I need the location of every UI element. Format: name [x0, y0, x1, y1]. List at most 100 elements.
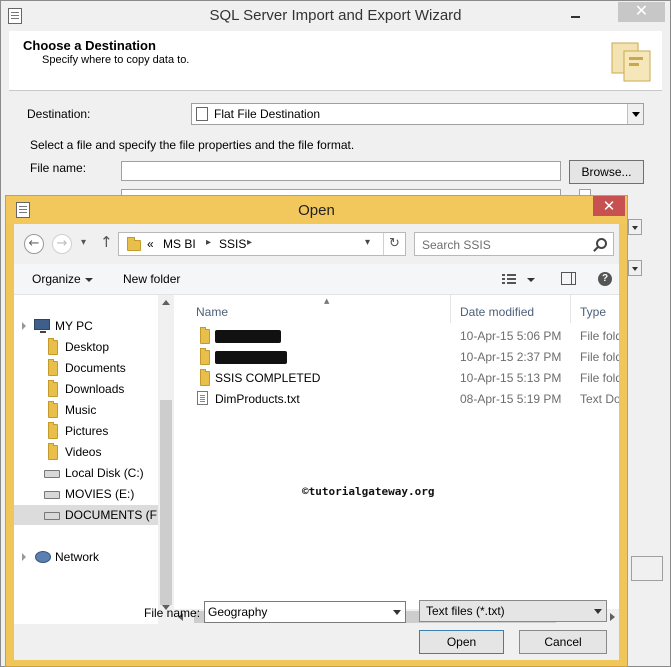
nav-item-label: Desktop [65, 340, 110, 354]
nav-item-label: DOCUMENTS (F: [65, 508, 161, 522]
new-folder-button[interactable]: New folder [123, 272, 180, 286]
destination-label: Destination: [27, 107, 91, 121]
file-row[interactable]: DimProducts.txt 08-Apr-15 5:19 PM Text D… [174, 389, 619, 410]
code-page-dropdown[interactable] [628, 219, 642, 235]
nav-item-label: Network [55, 550, 100, 564]
nav-scrollbar[interactable] [158, 295, 174, 625]
folder-icon [200, 348, 210, 365]
breadcrumb-ssis[interactable]: SSIS [219, 237, 246, 251]
file-type: Text Document [580, 392, 619, 406]
nav-item-label: Music [65, 403, 97, 417]
address-history-chevron-icon[interactable]: ▾ [365, 237, 370, 248]
nav-item-downloads[interactable]: Downloads [14, 379, 160, 399]
text-file-icon [197, 391, 208, 405]
minimize-icon[interactable] [569, 9, 583, 19]
instructions-text: Select a file and specify the file prope… [30, 138, 355, 152]
wizard-header-art-icon [611, 42, 651, 82]
file-name-combo[interactable]: Geography [204, 601, 406, 623]
toolbar: Organize New folder ? [14, 264, 619, 294]
dialog-title: Open [298, 202, 335, 219]
file-list-pane: ▲ Name Date modified Type 10-Apr-15 5:06… [174, 294, 619, 625]
folder-icon [48, 380, 58, 397]
dialog-close-button[interactable]: ✕ [593, 196, 625, 216]
column-header-type[interactable]: Type [580, 305, 606, 319]
folder-icon [200, 327, 210, 344]
file-row[interactable]: 10-Apr-15 2:37 PM File folder [174, 347, 619, 368]
chevron-down-icon[interactable] [527, 278, 535, 282]
nav-item-documents[interactable]: Documents [14, 358, 160, 378]
file-row[interactable]: 10-Apr-15 5:06 PM File folder [174, 326, 619, 347]
open-button[interactable]: Open [419, 630, 504, 654]
folder-icon [48, 338, 58, 355]
forward-arrow-icon[interactable]: → [52, 234, 72, 254]
breadcrumb-overflow[interactable]: « [147, 237, 154, 251]
folder-icon [200, 369, 210, 386]
expand-chevron-icon[interactable] [22, 322, 26, 330]
page-subheading: Specify where to copy data to. [42, 54, 190, 66]
file-type: File folder [580, 371, 619, 385]
nav-item-movies[interactable]: MOVIES (E:) [14, 484, 160, 504]
chevron-right-icon[interactable]: ▸ [206, 237, 211, 248]
search-icon[interactable] [596, 238, 607, 249]
computer-icon [34, 319, 50, 333]
refresh-icon[interactable]: ↻ [383, 233, 405, 255]
nav-item-network[interactable]: Network [14, 547, 160, 567]
destination-value: Flat File Destination [214, 107, 321, 121]
destination-combo[interactable]: Flat File Destination [191, 103, 644, 125]
nav-item-documents-drive[interactable]: DOCUMENTS (F: [14, 505, 160, 525]
network-icon [35, 551, 51, 563]
nav-item-my-pc[interactable]: MY PC [14, 316, 160, 336]
column-divider[interactable] [570, 295, 571, 323]
up-arrow-icon[interactable]: ↑ [100, 233, 113, 251]
nav-item-music[interactable]: Music [14, 400, 160, 420]
redacted-name [215, 330, 281, 343]
chevron-right-icon[interactable]: ▸ [247, 237, 252, 248]
back-arrow-icon[interactable]: ← [24, 234, 44, 254]
organize-button[interactable]: Organize [32, 272, 81, 286]
nav-item-label: Downloads [65, 382, 125, 396]
chevron-down-icon[interactable] [393, 610, 401, 615]
format-dropdown[interactable] [628, 260, 642, 276]
scroll-up-icon[interactable] [162, 300, 170, 305]
file-type-filter[interactable]: Text files (*.txt) [419, 600, 607, 622]
sort-indicator-icon: ▲ [324, 297, 330, 305]
chevron-down-icon[interactable] [594, 609, 602, 614]
column-header-name[interactable]: Name [196, 305, 228, 319]
browse-button[interactable]: Browse... [569, 160, 644, 184]
wizard-close-button[interactable]: ✕ [618, 2, 665, 22]
column-divider[interactable] [450, 295, 451, 323]
file-type: File folder [580, 350, 619, 364]
file-name-label: File name: [144, 606, 201, 620]
cancel-button[interactable]: Cancel [519, 630, 607, 654]
file-row[interactable]: SSIS COMPLETED 10-Apr-15 5:13 PM File fo… [174, 368, 619, 389]
breadcrumb-ms-bi[interactable]: MS BI [163, 237, 196, 251]
search-input[interactable]: Search SSIS [414, 232, 614, 256]
nav-item-label: Pictures [65, 424, 109, 438]
scroll-thumb[interactable] [160, 400, 172, 605]
page-heading: Choose a Destination [23, 38, 156, 53]
column-header-date[interactable]: Date modified [460, 305, 534, 319]
file-name-input[interactable] [121, 161, 561, 181]
help-icon[interactable]: ? [598, 272, 612, 286]
file-name: SSIS COMPLETED [215, 371, 321, 385]
redacted-name [215, 351, 287, 364]
drive-icon [44, 470, 60, 478]
scroll-right-icon[interactable] [610, 613, 615, 621]
chevron-down-icon[interactable] [627, 104, 643, 124]
folder-icon [48, 401, 58, 418]
dialog-body: ← → ▾ ↑ « MS BI ▸ SSIS ▸ ▾ ↻ Search SSIS… [14, 224, 619, 660]
view-options-icon[interactable] [502, 273, 516, 285]
file-name: DimProducts.txt [215, 392, 300, 406]
nav-item-pictures[interactable]: Pictures [14, 421, 160, 441]
nav-item-desktop[interactable]: Desktop [14, 337, 160, 357]
nav-item-videos[interactable]: Videos [14, 442, 160, 462]
preview-pane-icon[interactable] [561, 272, 576, 285]
nav-item-label: MOVIES (E:) [65, 487, 135, 501]
nav-item-label: MY PC [55, 319, 93, 333]
address-bar[interactable]: « MS BI ▸ SSIS ▸ ▾ ↻ [118, 232, 406, 256]
expand-chevron-icon[interactable] [22, 553, 26, 561]
file-name-value: Geography [208, 605, 268, 619]
nav-item-local-disk[interactable]: Local Disk (C:) [14, 463, 160, 483]
recent-locations-chevron-icon[interactable]: ▾ [81, 237, 86, 248]
nav-item-label: Local Disk (C:) [65, 466, 144, 480]
